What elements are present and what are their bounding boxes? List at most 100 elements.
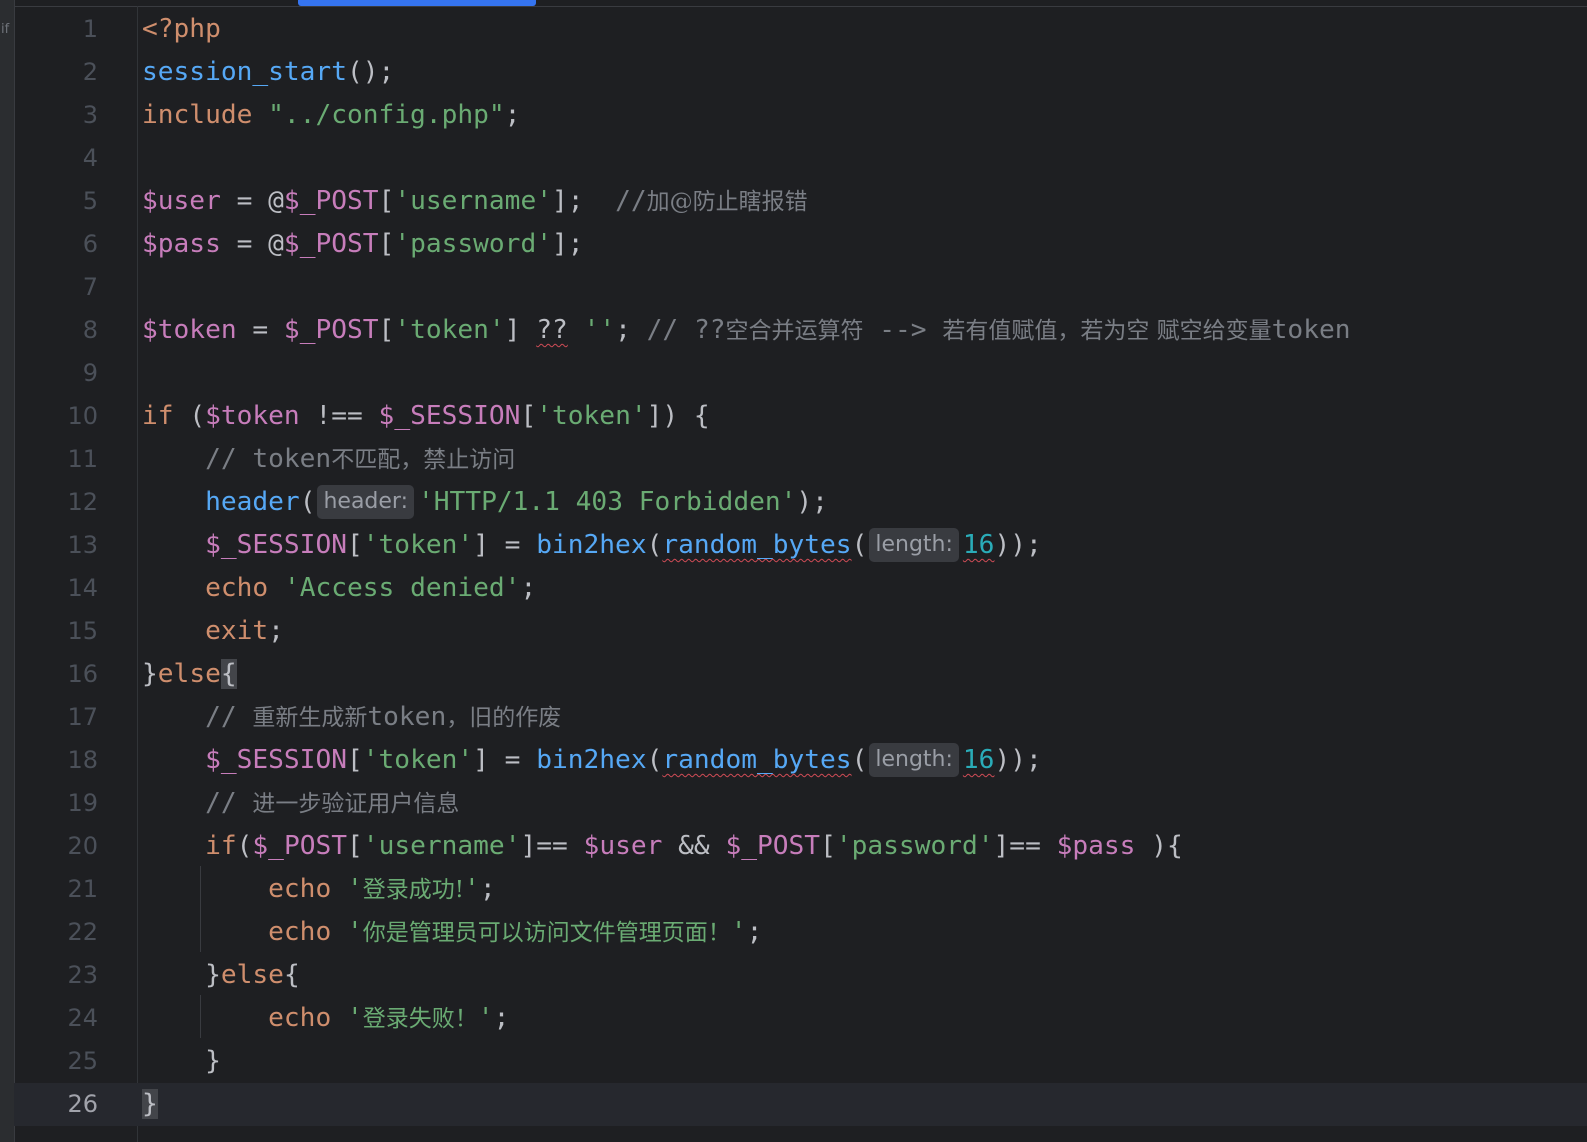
code-token: ( bbox=[173, 401, 206, 431]
code-line[interactable]: 12 header(header: 'HTTP/1.1 403 Forbidden… bbox=[14, 481, 1587, 524]
code-line[interactable]: 16 }else{ bbox=[14, 653, 1587, 696]
line-number[interactable]: 20 bbox=[14, 825, 98, 868]
code-line[interactable]: 10 if ($token !== $_SESSION['token']) { bbox=[14, 395, 1587, 438]
line-number[interactable]: 22 bbox=[14, 911, 98, 954]
code-line[interactable]: 1 <?php bbox=[14, 8, 1587, 51]
line-code[interactable]: include "../config.php"; bbox=[142, 94, 520, 137]
line-number[interactable]: 15 bbox=[14, 610, 98, 653]
code-line[interactable]: 7 bbox=[14, 266, 1587, 309]
code-token: if bbox=[142, 401, 174, 431]
line-number[interactable]: 23 bbox=[14, 954, 98, 997]
line-number[interactable]: 8 bbox=[14, 309, 98, 352]
code-token: 'token' bbox=[362, 745, 474, 775]
code-line[interactable]: 14 echo 'Access denied'; bbox=[14, 567, 1587, 610]
line-code[interactable]: $_SESSION['token'] = bin2hex(random_byte… bbox=[142, 524, 1042, 567]
line-code[interactable]: session_start(); bbox=[142, 51, 394, 94]
code-line[interactable]: 18 $_SESSION['token'] = bin2hex(random_b… bbox=[14, 739, 1587, 782]
code-token: $pass bbox=[142, 229, 221, 259]
line-number[interactable]: 1 bbox=[14, 8, 98, 51]
line-number[interactable]: 25 bbox=[14, 1040, 98, 1083]
code-line[interactable]: 24 echo '登录失败！'; bbox=[14, 997, 1587, 1040]
line-number[interactable]: 13 bbox=[14, 524, 98, 567]
line-code[interactable]: echo '登录失败！'; bbox=[142, 997, 509, 1041]
line-code[interactable]: <?php bbox=[142, 8, 221, 51]
code-token: ]; bbox=[551, 229, 584, 259]
line-number[interactable]: 18 bbox=[14, 739, 98, 782]
line-code[interactable]: } bbox=[142, 1083, 158, 1126]
code-line[interactable]: 5 $user = @$_POST['username']; //加@防止瞎报错 bbox=[14, 180, 1587, 223]
line-number[interactable]: 17 bbox=[14, 696, 98, 739]
line-code[interactable]: $pass = @$_POST['password']; bbox=[142, 223, 584, 266]
code-line[interactable]: 15 exit; bbox=[14, 610, 1587, 653]
code-line[interactable]: 4 bbox=[14, 137, 1587, 180]
code-line[interactable]: 26} bbox=[14, 1083, 1587, 1126]
code-editor[interactable]: if 1 <?php 2 session_start(); 3 include "../c… bbox=[0, 0, 1587, 1142]
line-code[interactable]: echo 'Access denied'; bbox=[142, 567, 536, 610]
line-number[interactable]: 6 bbox=[14, 223, 98, 266]
line-number[interactable]: 11 bbox=[14, 438, 98, 481]
code-line[interactable]: 9 bbox=[14, 352, 1587, 395]
line-code[interactable]: if($_POST['username']== $user && $_POST[… bbox=[142, 825, 1183, 868]
code-token: [ bbox=[378, 186, 395, 216]
code-token: )); bbox=[994, 530, 1042, 560]
line-number[interactable]: 7 bbox=[14, 266, 98, 309]
code-line[interactable]: 8 $token = $_POST['token'] ?? ''; // ??空合… bbox=[14, 309, 1587, 352]
code-token: [ bbox=[378, 315, 395, 345]
line-number[interactable]: 4 bbox=[14, 137, 98, 180]
code-token: (); bbox=[346, 57, 395, 87]
line-code[interactable]: } bbox=[142, 1040, 221, 1083]
line-code[interactable]: echo '登录成功!'; bbox=[142, 868, 495, 912]
code-line[interactable]: 21 echo '登录成功!'; bbox=[14, 868, 1587, 911]
code-line[interactable]: 13 $_SESSION['token'] = bin2hex(random_b… bbox=[14, 524, 1587, 567]
code-line[interactable]: 22 echo '你是管理员可以访问文件管理页面！'; bbox=[14, 911, 1587, 954]
code-token: ' bbox=[347, 1003, 363, 1033]
line-code[interactable]: echo '你是管理员可以访问文件管理页面！'; bbox=[142, 911, 762, 955]
line-number[interactable]: 3 bbox=[14, 94, 98, 137]
code-token: ){ bbox=[1135, 831, 1183, 861]
scrollbar-thumb[interactable] bbox=[298, 0, 536, 6]
code-line[interactable]: 17 // 重新生成新token，旧的作废 bbox=[14, 696, 1587, 739]
line-code[interactable]: $user = @$_POST['username']; //加@防止瞎报错 bbox=[142, 180, 808, 224]
line-code[interactable]: $token = $_POST['token'] ?? ''; // ??空合并… bbox=[142, 309, 1351, 353]
code-token: 重新生成新 bbox=[252, 705, 368, 731]
code-token: 'password' bbox=[394, 229, 552, 259]
line-number[interactable]: 24 bbox=[14, 997, 98, 1040]
horizontal-scrollbar[interactable] bbox=[14, 0, 1587, 7]
line-number[interactable]: 12 bbox=[14, 481, 98, 524]
line-code[interactable]: if ($token !== $_SESSION['token']) { bbox=[142, 395, 710, 438]
line-code[interactable]: // 进一步验证用户信息 bbox=[142, 782, 459, 826]
line-code[interactable]: exit; bbox=[142, 610, 284, 653]
line-number[interactable]: 19 bbox=[14, 782, 98, 825]
code-line[interactable]: 6 $pass = @$_POST['password']; bbox=[14, 223, 1587, 266]
line-number[interactable]: 21 bbox=[14, 868, 98, 911]
code-token: = @ bbox=[220, 186, 284, 216]
code-line[interactable]: 2 session_start(); bbox=[14, 51, 1587, 94]
code-token: $token bbox=[205, 401, 300, 431]
line-number[interactable]: 10 bbox=[14, 395, 98, 438]
line-number[interactable]: 26 bbox=[14, 1083, 98, 1126]
line-code[interactable]: header(header: 'HTTP/1.1 403 Forbidden'); bbox=[142, 481, 828, 524]
line-code[interactable]: // token不匹配，禁止访问 bbox=[142, 438, 515, 482]
line-number[interactable]: 9 bbox=[14, 352, 98, 395]
line-code[interactable]: }else{ bbox=[142, 954, 300, 997]
code-token: ( bbox=[646, 745, 663, 775]
code-token: $token bbox=[142, 315, 237, 345]
line-code[interactable]: // 重新生成新token，旧的作废 bbox=[142, 696, 561, 740]
line-number[interactable]: 14 bbox=[14, 567, 98, 610]
line-code[interactable]: }else{ bbox=[142, 653, 237, 696]
line-number[interactable]: 16 bbox=[14, 653, 98, 696]
code-line[interactable]: 3 include "../config.php"; bbox=[14, 94, 1587, 137]
line-number[interactable]: 5 bbox=[14, 180, 98, 223]
code-line[interactable]: 25 } bbox=[14, 1040, 1587, 1083]
line-code[interactable]: $_SESSION['token'] = bin2hex(random_byte… bbox=[142, 739, 1042, 782]
code-line[interactable]: 11 // token不匹配，禁止访问 bbox=[14, 438, 1587, 481]
code-token: ( bbox=[646, 530, 663, 560]
line-number[interactable]: 2 bbox=[14, 51, 98, 94]
code-token: ]== bbox=[993, 831, 1057, 861]
code-line[interactable]: 23 }else{ bbox=[14, 954, 1587, 997]
code-line[interactable]: 19 // 进一步验证用户信息 bbox=[14, 782, 1587, 825]
code-line[interactable]: 20 if($_POST['username']== $user && $_PO… bbox=[14, 825, 1587, 868]
code-token: ( bbox=[236, 831, 253, 861]
